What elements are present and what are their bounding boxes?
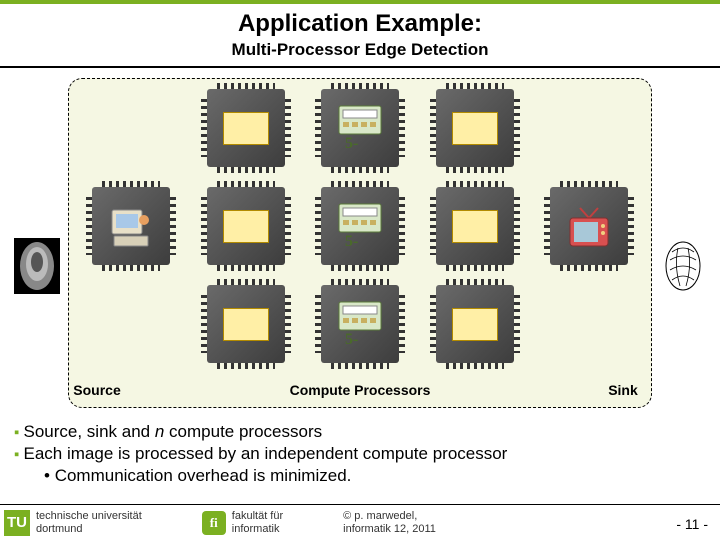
sink-chip — [550, 187, 628, 265]
divider — [0, 66, 720, 68]
slide-subtitle: Multi-Processor Edge Detection — [0, 40, 720, 60]
compute-chip — [207, 285, 285, 363]
diagram-area: 5- 5- 5- — [8, 78, 712, 408]
tv-icon — [562, 200, 616, 252]
bullet-text: Source, sink and — [24, 422, 155, 441]
compute-chip — [207, 187, 285, 265]
compute-chip — [207, 89, 285, 167]
text: - — [676, 516, 685, 532]
bullet-text: compute processors — [164, 422, 322, 441]
text-line: dortmund — [36, 523, 142, 535]
copyright: © p. marwedel, informatik 12, 2011 — [343, 510, 436, 534]
brain-image-source — [14, 238, 60, 294]
slide-title: Application Example: — [0, 10, 720, 38]
tu-logo: TU technische universität dortmund — [4, 510, 142, 536]
accent-bar — [0, 0, 720, 4]
compute-chip: 5- — [321, 187, 399, 265]
label-sink: Sink — [568, 382, 678, 398]
processor-grid: 5- 5- 5- — [92, 86, 628, 366]
label-source: Source — [42, 382, 152, 398]
page-number: - 11 - — [676, 516, 708, 532]
svg-text:5-: 5- — [345, 135, 358, 152]
faculty-name: fakultät für informatik — [232, 510, 283, 534]
text-line: fakultät für — [232, 510, 283, 522]
bullet-text: Each image is processed by an independen… — [24, 444, 508, 463]
text-line: informatik — [232, 523, 283, 535]
calculator-icon: 5- — [333, 298, 387, 350]
bullet-italic: n — [155, 422, 164, 441]
processor-row: 5- — [92, 282, 628, 366]
label-compute: Compute Processors — [152, 382, 568, 398]
svg-text:5-: 5- — [345, 233, 358, 250]
compute-chip: 5- — [321, 89, 399, 167]
brain-image-sink — [660, 238, 706, 294]
faculty-block: fi fakultät für informatik — [202, 510, 283, 534]
processor-row: 5- — [92, 184, 628, 268]
text-line: © p. marwedel, — [343, 510, 436, 522]
compute-chip — [436, 187, 514, 265]
calculator-icon: 5- — [333, 102, 387, 154]
diagram-labels: Source Compute Processors Sink — [8, 382, 712, 398]
bullet-item: Source, sink and n compute processors — [14, 422, 706, 442]
computer-icon — [104, 200, 158, 252]
compute-chip: 5- — [321, 285, 399, 363]
processor-row: 5- — [92, 86, 628, 170]
source-chip — [92, 187, 170, 265]
bullet-list: Source, sink and n compute processors Ea… — [14, 422, 706, 486]
compute-chip — [436, 89, 514, 167]
text: - — [699, 516, 708, 532]
text: 11 — [685, 516, 700, 532]
svg-text:5-: 5- — [345, 331, 358, 348]
bullet-text: Communication overhead is minimized. — [55, 466, 352, 485]
text-line: technische universität — [36, 510, 142, 522]
fi-mark-icon: fi — [202, 511, 226, 535]
sub-bullet-item: Communication overhead is minimized. — [44, 466, 706, 486]
bullet-item: Each image is processed by an independen… — [14, 444, 706, 464]
compute-chip — [436, 285, 514, 363]
calculator-icon: 5- — [333, 200, 387, 252]
tu-mark-icon: TU — [4, 510, 30, 536]
text-line: informatik 12, 2011 — [343, 523, 436, 535]
footer: TU technische universität dortmund fi fa… — [0, 504, 720, 540]
university-name: technische universität dortmund — [36, 510, 142, 534]
